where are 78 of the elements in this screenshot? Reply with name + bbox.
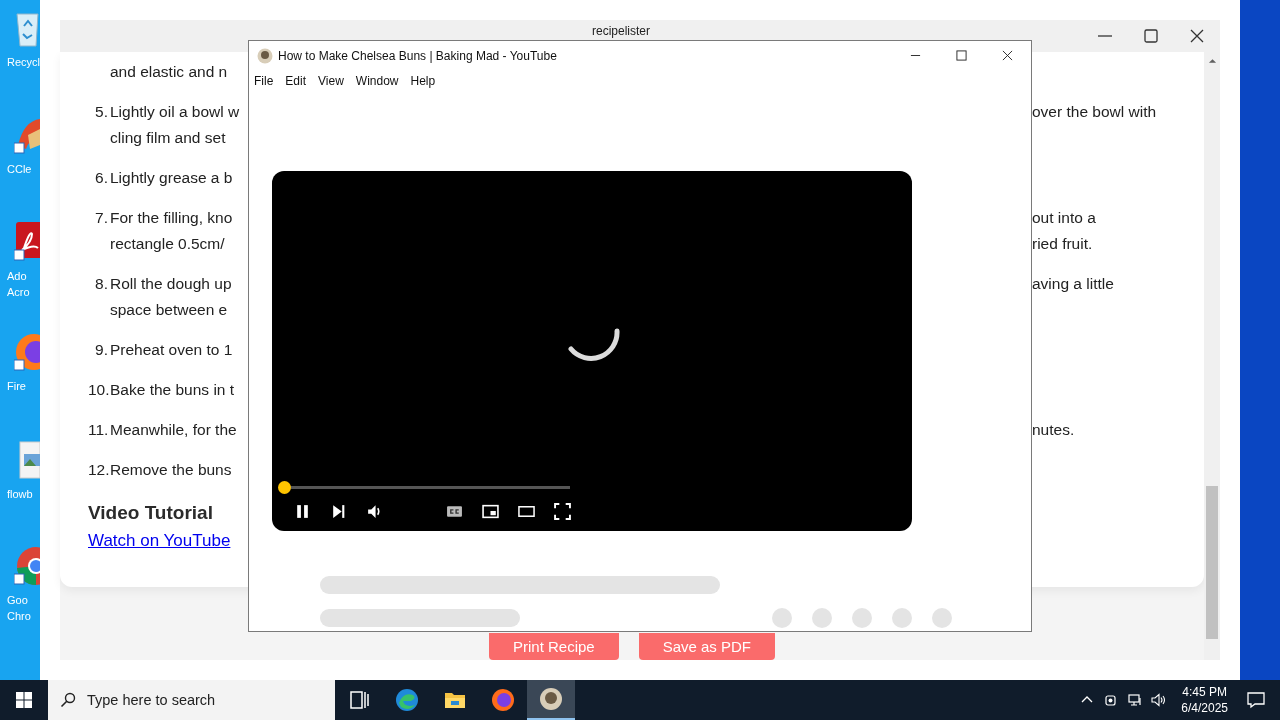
clock-time[interactable]: 4:45 PM [1182,684,1227,700]
step-text: Preheat oven to 1 [110,341,233,358]
step-text: Lightly grease a b [110,169,233,186]
desktop-icon-label[interactable]: Ado [0,268,27,284]
desktop-icon-label[interactable]: Fire [0,378,26,394]
desktop-icon-label[interactable]: Recycl [0,54,40,70]
pdf-button[interactable]: Save as PDF [638,633,776,660]
window-title: recipelister [592,24,651,38]
menu-item[interactable]: Window [355,74,399,88]
desktop-icon-label[interactable]: Goo [0,592,28,608]
print-button[interactable]: Print Recipe [488,633,619,660]
step-number: 8. [94,274,108,294]
volume-icon[interactable] [1151,692,1168,708]
scroll-up-icon[interactable] [1207,58,1217,64]
edge-icon [395,688,419,712]
maximize-icon[interactable] [956,50,967,61]
step-text: space between e [110,301,228,318]
step-text: Meanwhile, for the [110,421,237,438]
scrollbar[interactable] [1204,52,1220,660]
network-icon[interactable] [1127,692,1144,708]
miniplayer-icon[interactable] [482,502,499,520]
step-text: rectangle 0.5cm/ [110,235,225,252]
desktop-icon-label[interactable]: flowb [0,486,33,502]
step-text: Remove the buns [110,461,232,478]
desktop-icon-label[interactable]: Acro [0,284,30,300]
step-number: 6. [94,168,108,188]
notification-icon[interactable] [1246,690,1266,710]
windows-start-icon[interactable] [16,692,32,708]
step-text: aving a little [1032,274,1114,294]
scroll-thumb[interactable] [1206,486,1218,639]
window-title: How to Make Chelsea Buns | Baking Mad - YouTube [278,48,557,63]
step-text: and elastic and n [110,62,228,82]
step-text: Roll the dough up [110,275,232,292]
step-number: 7. [94,208,108,228]
close-icon[interactable] [1002,50,1013,61]
close-icon[interactable] [1189,28,1205,44]
menu-item[interactable]: File [254,74,274,88]
maximize-icon[interactable] [1143,28,1159,44]
step-number: 12. [88,460,108,480]
fullscreen-icon[interactable] [554,502,571,520]
menu-item[interactable]: Help [410,74,436,88]
step-text: For the filling, kno [110,209,233,226]
task-view-icon [347,688,371,712]
step-text: Bake the buns in t [110,381,235,398]
menu-item[interactable]: Edit [285,74,307,88]
search-field[interactable]: Type here to search [48,680,335,720]
next-icon[interactable] [330,502,347,520]
desktop-icon-label[interactable]: Chro [0,608,31,624]
volume-icon[interactable] [366,502,383,520]
step-text: nutes. [1032,420,1075,440]
loading-dot [812,608,832,628]
youtube-link[interactable]: Watch on YouTube [88,531,231,550]
loading-spinner-icon [568,328,620,362]
section-heading: Video Tutorial [88,501,213,525]
app-icon [539,687,563,711]
step-number: 11. [88,420,108,440]
pause-icon[interactable] [294,502,311,520]
progress-thumb[interactable] [278,481,291,494]
step-text: cling film and set [110,129,226,146]
desktop-icon-label[interactable]: CCle [0,161,32,177]
menu-item[interactable]: View [318,74,344,88]
step-number: 9. [94,340,108,360]
step-text: Lightly oil a bowl w [110,103,240,120]
search-icon [60,692,76,708]
pdf-icon[interactable] [14,222,40,262]
app-icon [257,47,273,64]
loading-dot [932,608,952,628]
loading-dot [772,608,792,628]
taskbar-button[interactable] [527,680,575,720]
step-number: 5. [94,102,108,122]
loading-dot [892,608,912,628]
step-text: out into a [1032,208,1096,228]
step-text: over the bowl with [1032,102,1157,122]
loading-dot [852,608,872,628]
clock-date[interactable]: 6/4/2025 [1181,700,1228,716]
step-text: ried fruit. [1032,234,1093,254]
step-number: 10. [88,380,108,400]
firefox-icon [491,688,515,712]
